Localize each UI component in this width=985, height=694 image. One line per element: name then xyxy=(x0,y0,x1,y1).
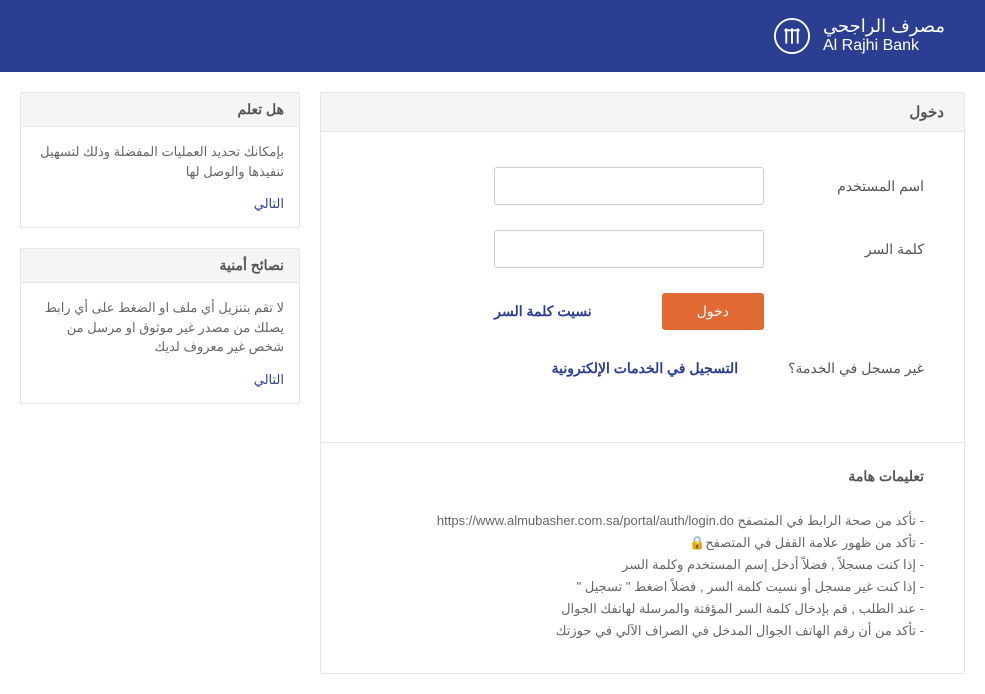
login-button[interactable]: دخول xyxy=(662,293,764,330)
button-row: دخول نسيت كلمة السر xyxy=(361,293,764,330)
bank-logo-icon xyxy=(773,17,811,55)
forgot-password-link[interactable]: نسيت كلمة السر xyxy=(494,303,591,320)
instructions-title: تعليمات هامة xyxy=(361,468,924,485)
password-label: كلمة السر xyxy=(794,241,924,258)
login-title: دخول xyxy=(321,93,964,132)
logo-text: مصرف الراجحي Al Rajhi Bank xyxy=(823,17,945,54)
tips-title: هل تعلم xyxy=(21,93,299,127)
instruction-item: إذا كنت غير مسجل أو نسيت كلمة السر , فضل… xyxy=(361,576,924,598)
password-input[interactable] xyxy=(494,230,764,268)
instructions-list: تأكد من صحة الرابط في المتصفح https://ww… xyxy=(361,510,924,643)
main-container: دخول اسم المستخدم كلمة السر دخول نسيت كل… xyxy=(0,72,985,694)
logo-english: Al Rajhi Bank xyxy=(823,37,919,55)
tips-next-link[interactable]: التالي xyxy=(21,196,299,227)
instruction-item: تأكد من ظهور علامة القفل في المتصفح🔒 xyxy=(361,532,924,554)
sidebar: هل تعلم بإمكانك تحديد العمليات المفضلة و… xyxy=(20,92,300,674)
tips-body: بإمكانك تحديد العمليات المفضلة وذلك لتسه… xyxy=(21,127,299,196)
login-form: اسم المستخدم كلمة السر دخول نسيت كلمة ال… xyxy=(321,132,964,442)
instruction-item: إذا كنت مسجلاً , فضلاً أدخل إسم المستخدم… xyxy=(361,554,924,576)
username-label: اسم المستخدم xyxy=(794,178,924,195)
instructions-section: تعليمات هامة تأكد من صحة الرابط في المتص… xyxy=(321,442,964,673)
username-input[interactable] xyxy=(494,167,764,205)
security-panel: نصائح أمنية لا تقم بتنزيل أي ملف او الضغ… xyxy=(20,248,300,404)
security-next-link[interactable]: التالي xyxy=(21,372,299,403)
instruction-item: عند الطلب , قم بإدخال كلمة السر المؤقتة … xyxy=(361,598,924,620)
username-row: اسم المستخدم xyxy=(361,167,924,205)
register-row: غير مسجل في الخدمة؟ التسجيل في الخدمات ا… xyxy=(361,360,924,377)
header: مصرف الراجحي Al Rajhi Bank xyxy=(0,0,985,72)
login-panel: دخول اسم المستخدم كلمة السر دخول نسيت كل… xyxy=(320,92,965,674)
instruction-item: تأكد من أن رقم الهاتف الجوال المدخل في ا… xyxy=(361,620,924,642)
bank-logo: مصرف الراجحي Al Rajhi Bank xyxy=(773,17,945,55)
security-title: نصائح أمنية xyxy=(21,249,299,283)
logo-arabic: مصرف الراجحي xyxy=(823,17,945,37)
register-link[interactable]: التسجيل في الخدمات الإلكترونية xyxy=(552,360,738,377)
security-body: لا تقم بتنزيل أي ملف او الضغط على أي راب… xyxy=(21,283,299,372)
tips-panel: هل تعلم بإمكانك تحديد العمليات المفضلة و… xyxy=(20,92,300,228)
password-row: كلمة السر xyxy=(361,230,924,268)
not-registered-text: غير مسجل في الخدمة؟ xyxy=(788,360,924,377)
instruction-item: تأكد من صحة الرابط في المتصفح https://ww… xyxy=(361,510,924,532)
